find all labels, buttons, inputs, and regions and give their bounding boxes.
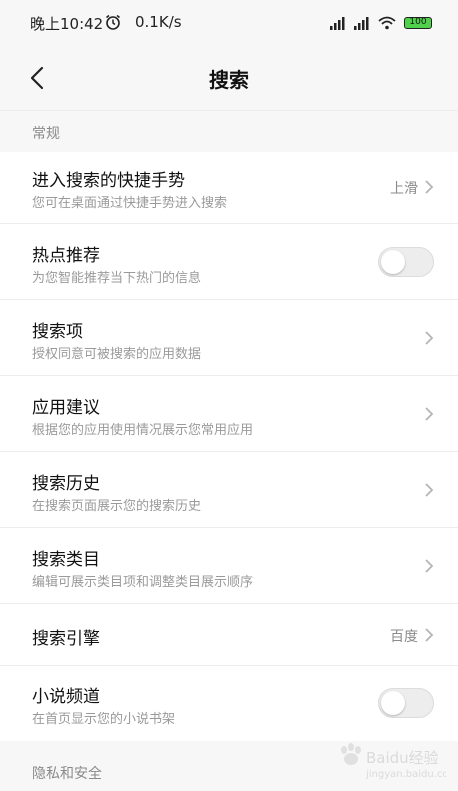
row-subtitle: 为您智能推荐当下热门的信息 <box>32 271 202 286</box>
chevron-right-icon <box>425 559 434 573</box>
row-subtitle: 在搜索页面展示您的搜索历史 <box>32 499 202 514</box>
chevron-right-icon <box>425 483 434 497</box>
row-title: 小说频道 <box>32 687 100 707</box>
row-value: 百度 <box>390 629 418 645</box>
row-title: 热点推荐 <box>32 246 100 266</box>
page-title: 搜索 <box>209 68 249 92</box>
watermark-text: Baidu经验 <box>366 749 439 767</box>
row-title: 搜索类目 <box>32 550 100 570</box>
section-header-general: 常规 <box>0 111 458 152</box>
row-value: 上滑 <box>390 181 418 197</box>
network-speed: 0.1K/s <box>135 13 182 31</box>
hot-recommend-toggle[interactable] <box>378 247 434 277</box>
chevron-right-icon <box>425 331 434 345</box>
toggle-knob <box>381 250 405 274</box>
chevron-right-icon <box>425 628 434 642</box>
section-label: 隐私和安全 <box>32 766 102 782</box>
row-title: 搜索引擎 <box>32 629 100 649</box>
setting-row-app-suggestions[interactable]: 应用建议 根据您的应用使用情况展示您常用应用 <box>0 376 458 452</box>
status-icons: 100 <box>330 14 432 32</box>
baidu-jingyan-watermark: Baidu经验 jingyan.baidu.com <box>341 743 446 780</box>
app-header: 搜索 <box>0 46 458 111</box>
row-title: 搜索历史 <box>32 474 100 494</box>
setting-row-search-items[interactable]: 搜索项 授权同意可被搜索的应用数据 <box>0 300 458 376</box>
alarm-icon <box>106 14 120 30</box>
section-label: 常规 <box>32 126 60 142</box>
setting-row-novel-channel: 小说频道 在首页显示您的小说书架 <box>0 666 458 741</box>
row-title: 进入搜索的快捷手势 <box>32 171 185 191</box>
wifi-icon <box>378 16 396 30</box>
signal-icon-2 <box>354 17 369 30</box>
signal-icon-1 <box>330 17 345 30</box>
row-subtitle: 编辑可展示类目项和调整类目展示顺序 <box>32 575 254 590</box>
setting-row-search-history[interactable]: 搜索历史 在搜索页面展示您的搜索历史 <box>0 452 458 528</box>
chevron-right-icon <box>425 407 434 421</box>
row-subtitle: 根据您的应用使用情况展示您常用应用 <box>32 423 254 438</box>
row-title: 应用建议 <box>32 398 100 418</box>
row-subtitle: 您可在桌面通过快捷手势进入搜索 <box>32 196 228 211</box>
watermark-url: jingyan.baidu.com <box>365 769 446 780</box>
status-bar: 晚上10:42 0.1K/s 100 <box>0 0 458 46</box>
battery-icon: 100 <box>404 17 432 29</box>
novel-channel-toggle[interactable] <box>378 688 434 718</box>
setting-row-search-engine[interactable]: 搜索引擎 百度 <box>0 604 458 666</box>
toggle-knob <box>381 691 405 715</box>
chevron-right-icon <box>425 180 434 194</box>
status-time: 晚上10:42 <box>30 15 104 33</box>
row-subtitle: 授权同意可被搜索的应用数据 <box>32 347 202 362</box>
setting-row-hot-recommend: 热点推荐 为您智能推荐当下热门的信息 <box>0 224 458 300</box>
row-title: 搜索项 <box>32 322 83 342</box>
battery-level: 100 <box>409 17 427 27</box>
setting-row-gesture[interactable]: 进入搜索的快捷手势 您可在桌面通过快捷手势进入搜索 上滑 <box>0 152 458 224</box>
row-subtitle: 在首页显示您的小说书架 <box>32 712 176 727</box>
setting-row-search-categories[interactable]: 搜索类目 编辑可展示类目项和调整类目展示顺序 <box>0 528 458 604</box>
